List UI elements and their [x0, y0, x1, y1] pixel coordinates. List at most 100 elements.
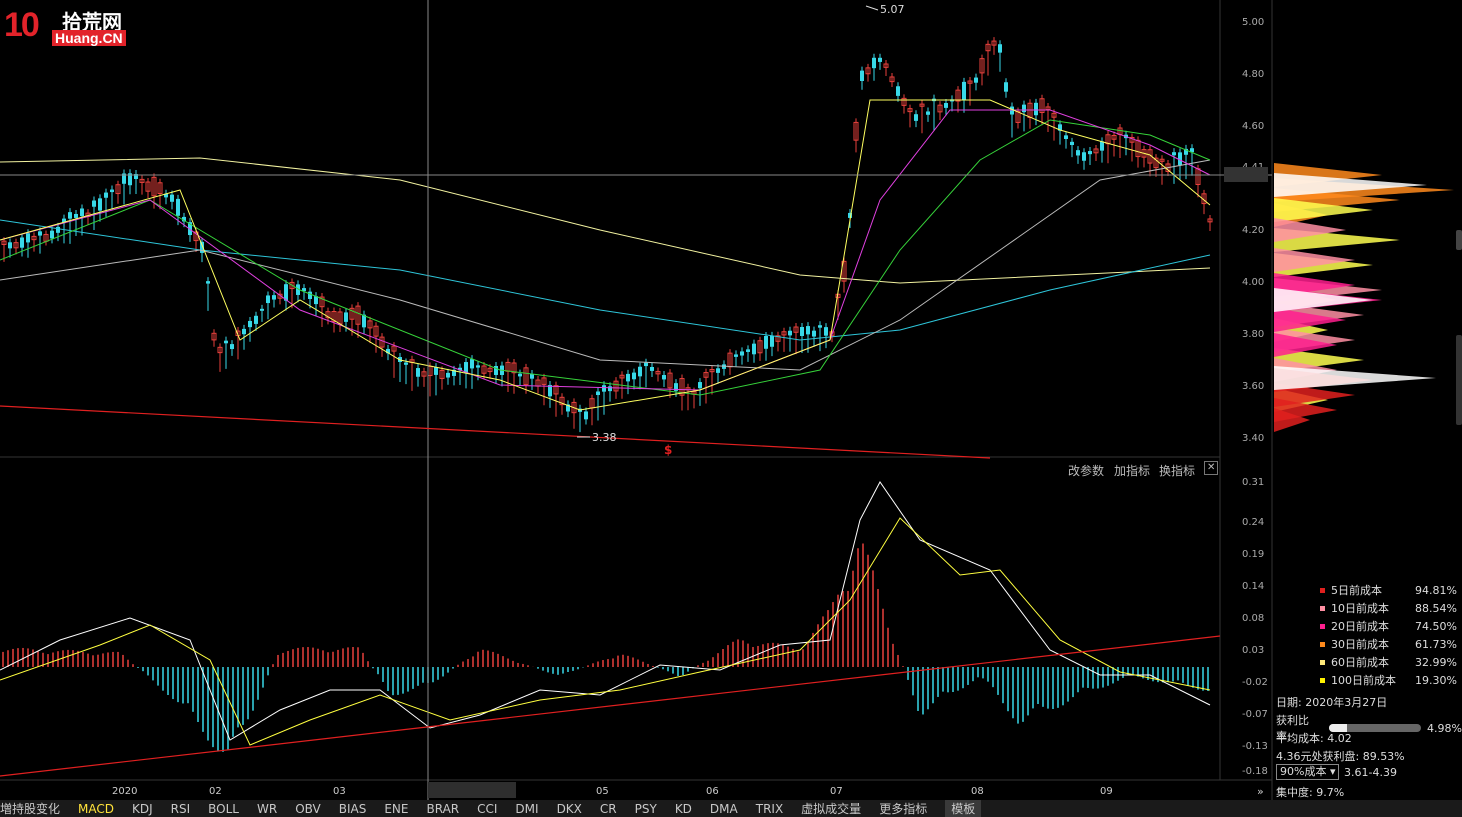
signal-marker: $: [664, 443, 672, 457]
candle-down: [68, 212, 72, 219]
candle-down: [80, 208, 84, 217]
toolbar-item[interactable]: PSY: [635, 802, 657, 816]
candle-down: [344, 312, 348, 322]
candle-down: [230, 344, 234, 350]
cost-legend-row: 60日前成本 32.99%: [1320, 653, 1460, 671]
macd-histogram: [2, 543, 1209, 752]
toolbar-item[interactable]: DMI: [515, 802, 538, 816]
scroll-handle-top[interactable]: [1456, 230, 1462, 250]
legend-value: 88.54%: [1415, 601, 1457, 615]
expand-arrow-icon[interactable]: »: [1257, 785, 1264, 798]
site-logo: 10 拾荒网 Huang.CN: [4, 6, 138, 50]
legend-swatch: [1320, 677, 1325, 683]
candle-down: [596, 391, 600, 396]
price-tick: 5.00: [1242, 17, 1264, 28]
candle-down: [8, 242, 12, 249]
macd-tick: 0.14: [1242, 581, 1264, 592]
toolbar-item[interactable]: 模板: [945, 800, 982, 817]
price-tick: 4.60: [1242, 121, 1264, 132]
macd-tick: 0.24: [1242, 517, 1264, 528]
time-tick: 07: [830, 786, 843, 797]
price-axis: 5.004.804.604.414.404.204.003.803.603.40: [1242, 17, 1264, 444]
candle-down: [944, 103, 948, 108]
candle-down: [206, 281, 210, 284]
candle-down: [740, 351, 744, 356]
candle-down: [308, 291, 312, 299]
candle-down: [1004, 82, 1008, 92]
add-indicator-button[interactable]: 加指标: [1114, 462, 1150, 479]
toolbar-item[interactable]: CR: [600, 802, 617, 816]
cost-legend-row: 5日前成本 94.81%: [1320, 581, 1460, 599]
toolbar-item[interactable]: CCI: [477, 802, 497, 816]
time-axis: 202002032020/03/24/二0506070809: [112, 786, 1113, 797]
macd-tick: 0.19: [1242, 549, 1264, 560]
candle-down: [962, 81, 966, 101]
cost-legend-row: 20日前成本 74.50%: [1320, 617, 1460, 635]
toolbar-item[interactable]: ENE: [384, 802, 408, 816]
low-annotation: 3.38: [592, 431, 617, 444]
time-tick: 08: [971, 786, 984, 797]
cost-range-select[interactable]: 90%成本 ▾: [1276, 764, 1340, 780]
time-tick: 06: [706, 786, 719, 797]
toolbar-item[interactable]: BOLL: [208, 802, 239, 816]
candle-down: [602, 385, 606, 392]
candle-down: [248, 320, 252, 328]
macd-tick: 0.03: [1242, 645, 1264, 656]
scroll-handle-bottom[interactable]: [1456, 335, 1462, 425]
legend-value: 74.50%: [1415, 619, 1457, 633]
candle-down: [38, 231, 42, 236]
toolbar-item[interactable]: BRAR: [426, 802, 459, 816]
candle-down: [818, 325, 822, 328]
candle-down: [434, 367, 438, 375]
candle-down: [464, 362, 468, 373]
candle-down: [770, 335, 774, 347]
candle-down: [584, 411, 588, 420]
toolbar-item[interactable]: OBV: [295, 802, 321, 816]
moving-average-lines: [0, 99, 1211, 411]
candle-down: [824, 327, 828, 336]
toolbar-item[interactable]: TRIX: [756, 802, 783, 816]
candle-down: [716, 368, 720, 373]
toolbar-item[interactable]: BIAS: [339, 802, 367, 816]
candle-down: [110, 189, 114, 193]
candle-down: [98, 198, 102, 211]
toolbar-item[interactable]: WR: [257, 802, 277, 816]
change-params-button[interactable]: 改参数: [1068, 462, 1104, 479]
candle-down: [74, 213, 78, 218]
candle-down: [1022, 104, 1026, 113]
cost-date: 日期: 2020年3月27日: [1276, 696, 1388, 709]
candle-down: [752, 343, 756, 355]
toolbar-item[interactable]: 増持股变化: [0, 800, 60, 817]
candlestick-series: [1, 37, 1213, 433]
candle-down: [746, 349, 750, 352]
high-annotation: 5.07: [880, 3, 905, 16]
toolbar-item[interactable]: RSI: [171, 802, 191, 816]
toolbar-item[interactable]: DKX: [557, 802, 582, 816]
macd-tick: -0.07: [1242, 709, 1268, 720]
switch-indicator-button[interactable]: 换指标: [1159, 462, 1195, 479]
candle-down: [1070, 141, 1074, 146]
macd-tick: -0.18: [1242, 766, 1268, 777]
toolbar-item[interactable]: KDJ: [132, 802, 153, 816]
candle-down: [788, 330, 792, 336]
cost-legend-row: 10日前成本 88.54%: [1320, 599, 1460, 617]
macd-tick: 0.08: [1242, 613, 1264, 624]
candle-down: [1100, 141, 1104, 151]
toolbar-item[interactable]: MACD: [78, 802, 114, 816]
close-panel-icon[interactable]: ✕: [1204, 461, 1219, 475]
price-tick: 4.80: [1242, 69, 1264, 80]
ma-line: [0, 157, 1211, 284]
candle-down: [662, 375, 666, 380]
macd-tick: -0.13: [1242, 741, 1268, 752]
macd-axis: 0.31 0.24 0.19 0.14 0.08 0.03 -0.02 -0.07 -0.13 -…: [1242, 477, 1268, 777]
toolbar-item[interactable]: DMA: [710, 802, 738, 816]
toolbar-item[interactable]: KD: [675, 802, 692, 816]
toolbar-item[interactable]: 更多指标: [879, 800, 927, 817]
chart-canvas[interactable]: 5.004.804.604.414.404.204.003.803.603.40…: [0, 0, 1462, 817]
candle-down: [926, 111, 930, 115]
candle-down: [638, 366, 642, 377]
toolbar-item[interactable]: 虚拟成交量: [801, 800, 861, 817]
candle-down: [1082, 152, 1086, 161]
candle-down: [176, 198, 180, 216]
cost-legend-row: 100日前成本 19.30%: [1320, 671, 1460, 689]
